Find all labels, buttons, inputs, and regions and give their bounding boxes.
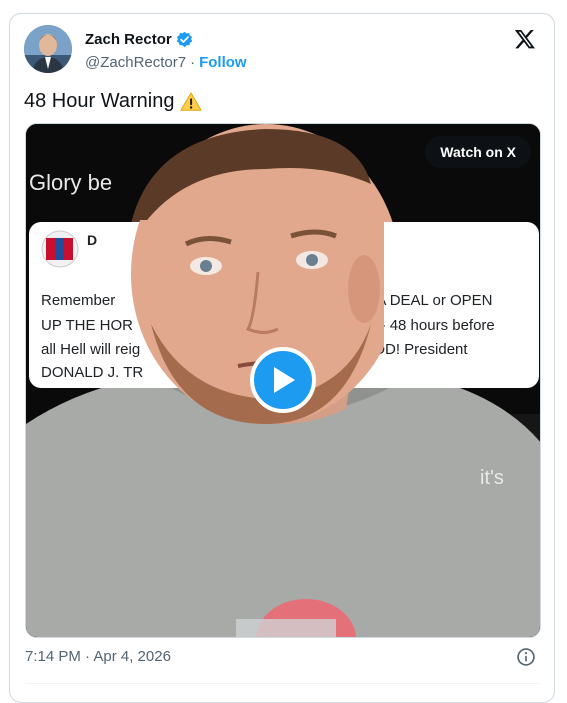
- handle-separator: ·: [190, 54, 196, 71]
- footer-divider: [25, 683, 539, 684]
- play-button[interactable]: [250, 347, 316, 413]
- info-icon[interactable]: [516, 647, 536, 667]
- video-frame-foreground: [131, 220, 384, 390]
- play-icon: [274, 367, 295, 393]
- tweet-card: Zach Rector @ZachRector7 · Follow 48 Hou…: [9, 13, 555, 703]
- author-name[interactable]: Zach Rector: [85, 31, 172, 48]
- tweet-timestamp[interactable]: 7:14 PM · Apr 4, 2026: [25, 648, 171, 665]
- video-player[interactable]: Glory be it's D Remember AKE A DEAL or O…: [25, 123, 541, 638]
- quoted-line-1-left: Remember: [41, 292, 116, 309]
- warning-icon: [180, 91, 202, 111]
- quoted-avatar: [41, 230, 79, 268]
- tweet-text: 48 Hour Warning: [24, 90, 202, 113]
- follow-button[interactable]: Follow: [199, 54, 247, 71]
- verified-badge-icon: [176, 31, 192, 48]
- author-handle[interactable]: @ZachRector7: [85, 54, 186, 71]
- quoted-author-initial: D: [87, 232, 98, 248]
- avatar[interactable]: [24, 25, 72, 73]
- watch-on-x-button[interactable]: Watch on X: [425, 136, 531, 168]
- background-text-glory: Glory be: [29, 170, 113, 195]
- author-handle-row: @ZachRector7 · Follow: [85, 54, 247, 71]
- avatar-photo: [24, 25, 72, 73]
- x-logo-icon[interactable]: [514, 28, 536, 50]
- author-name-row: Zach Rector: [85, 31, 193, 48]
- tweet-text-content: 48 Hour Warning: [24, 90, 175, 112]
- background-text-its: it's: [480, 467, 504, 489]
